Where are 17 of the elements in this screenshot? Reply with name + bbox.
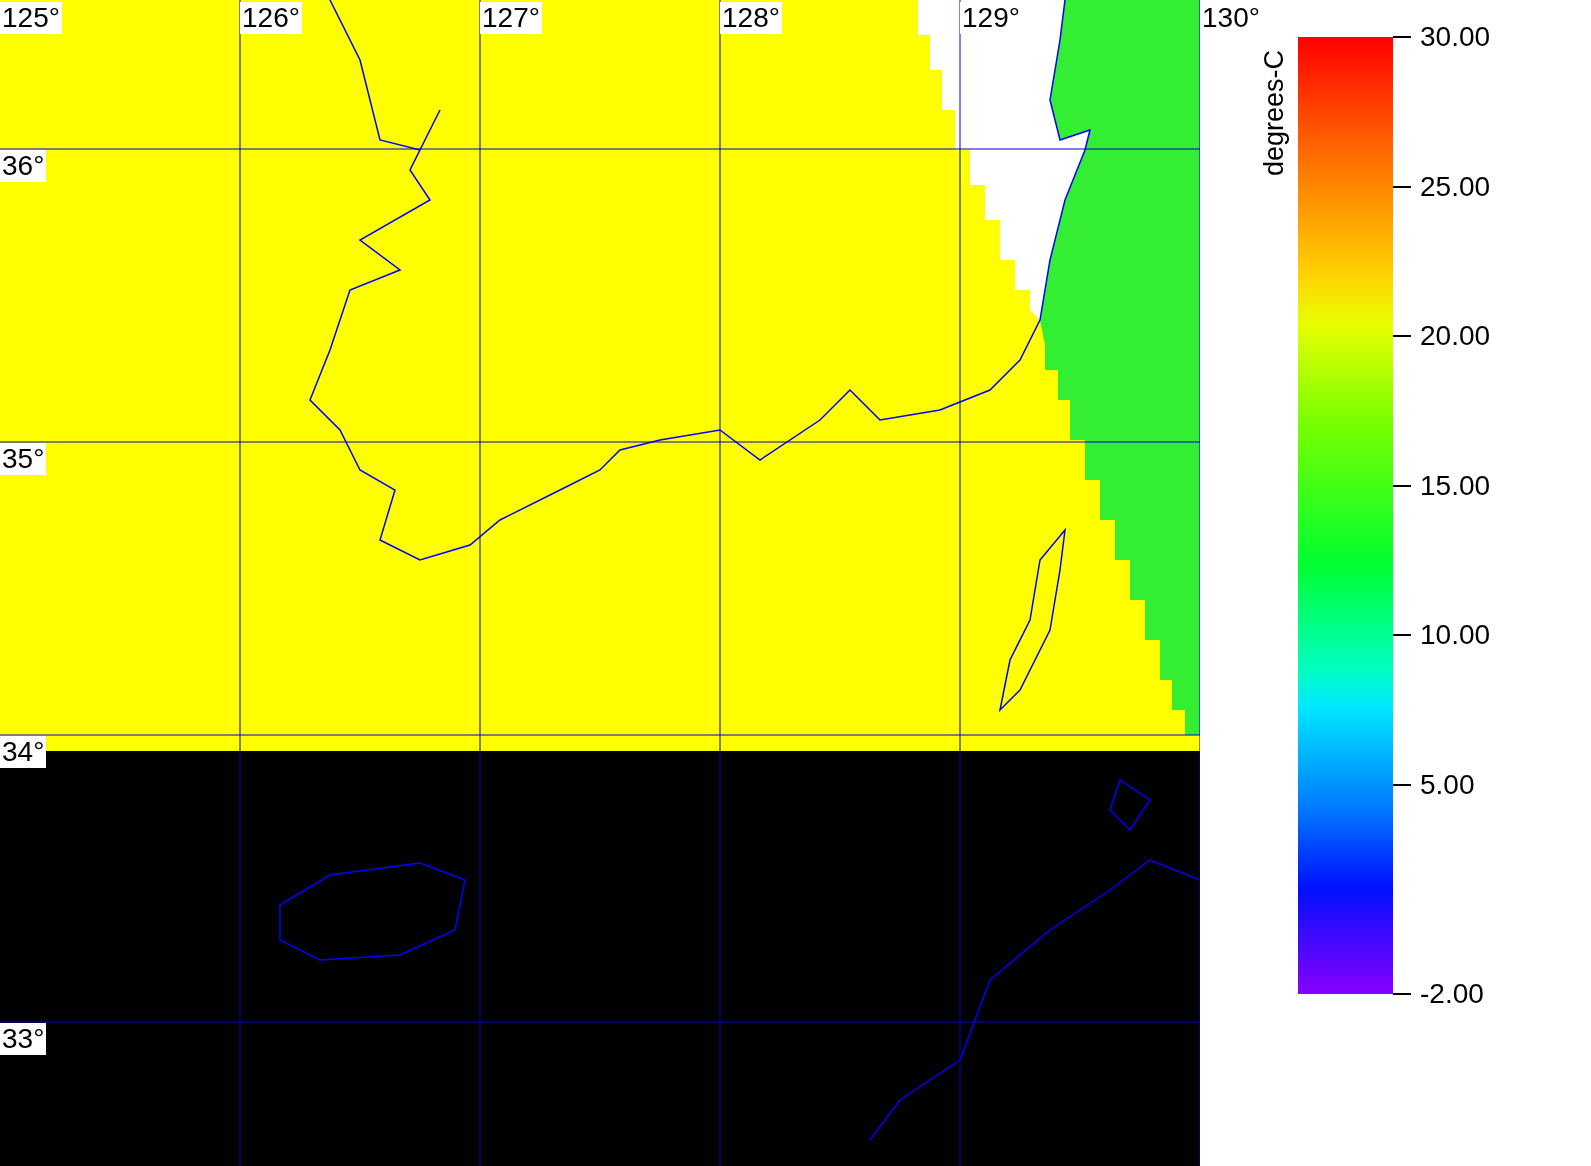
colorbar-unit: degrees-C [1258, 49, 1290, 177]
longitude-label: 126° [240, 2, 302, 34]
latitude-label: 33° [0, 1023, 47, 1055]
colorbar-tick-label: 25.00 [1420, 170, 1491, 203]
colorbar-tick-label: 15.00 [1420, 469, 1491, 502]
colorbar-tick-label: 20.00 [1420, 320, 1491, 353]
longitude-label: 125° [0, 2, 62, 34]
latitude-label: 36° [0, 150, 47, 182]
latitude-label: 35° [0, 443, 47, 475]
colorbar-tick-label: -2.00 [1420, 978, 1484, 1010]
colorbar-tick-label: 10.00 [1420, 619, 1491, 652]
colorbar-tick-label: 5.00 [1420, 768, 1475, 801]
longitude-label: 128° [720, 2, 782, 34]
longitude-label: 129° [960, 2, 1022, 34]
latitude-label: 34° [0, 736, 47, 768]
longitude-label: 127° [480, 2, 542, 34]
colorbar-tick-label: 30.00 [1420, 21, 1491, 53]
